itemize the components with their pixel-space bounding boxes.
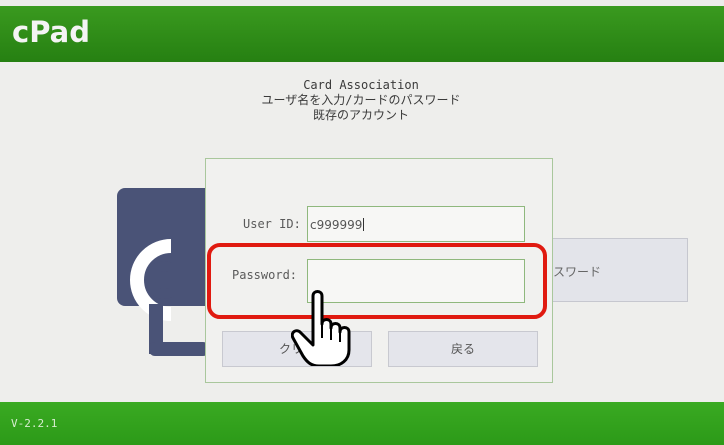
- user-id-input[interactable]: c999999: [307, 206, 525, 242]
- password-highlight-annotation: [207, 243, 547, 319]
- password-option-button[interactable]: スワード: [540, 238, 688, 302]
- text-caret: [363, 218, 365, 231]
- status-bar: V-2.2.1: [0, 402, 724, 445]
- back-button[interactable]: 戻る: [388, 331, 538, 367]
- device-screen: cPad Card Association ユーザ名を入力/カードのパスワード …: [0, 0, 724, 445]
- user-id-value: c999999: [310, 218, 363, 232]
- header-text: Card Association ユーザ名を入力/カードのパスワード 既存のアカ…: [200, 78, 522, 123]
- app-title: cPad: [12, 15, 90, 49]
- title-bar: cPad: [0, 6, 724, 62]
- header-line-3: 既存のアカウント: [312, 108, 409, 122]
- version-label: V-2.2.1: [11, 417, 58, 430]
- pointer-hand-icon: [291, 290, 351, 366]
- user-id-label: User ID:: [243, 217, 301, 231]
- header-line-1: Card Association: [303, 78, 419, 92]
- password-option-label: スワード: [553, 265, 602, 279]
- header-line-2: ユーザ名を入力/カードのパスワード: [261, 93, 461, 107]
